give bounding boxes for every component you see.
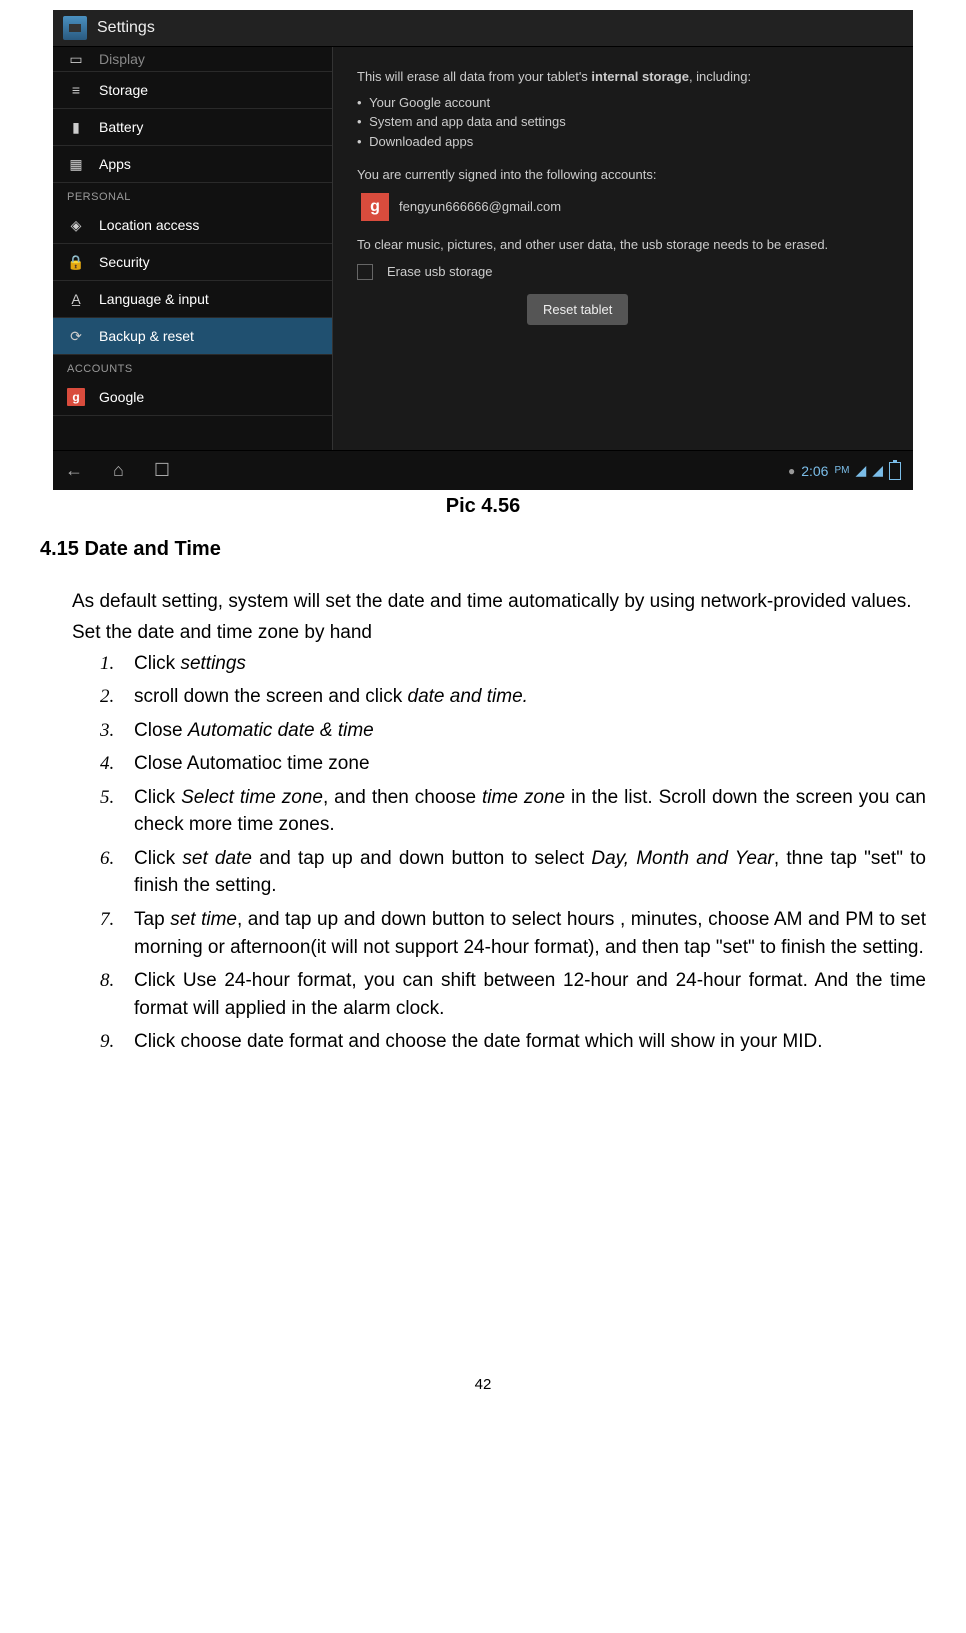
sidebar-item-label: Security [99,254,150,270]
figure-caption: Pic 4.56 [40,495,926,518]
sidebar-item-storage[interactable]: ≡ Storage [53,72,332,109]
step-item: 4.Close Automatioc time zone [100,750,926,778]
sidebar-item-language[interactable]: A̲ Language & input [53,281,332,318]
sidebar-item-backup-reset[interactable]: ⟳ Backup & reset [53,318,332,355]
sidebar-item-apps[interactable]: ▦ Apps [53,146,332,183]
sidebar-item-battery[interactable]: ▮ Battery [53,109,332,146]
clock-time: 2:06 [801,463,828,479]
step-item: 5.Click Select time zone, and then choos… [100,784,926,839]
sidebar-item-google[interactable]: g Google [53,379,332,416]
step-item: 8.Click Use 24-hour format, you can shif… [100,967,926,1022]
wifi-icon: ◢ [855,462,866,479]
clear-text: To clear music, pictures, and other user… [357,235,889,255]
sidebar-item-label: Language & input [99,291,209,307]
apps-icon: ▦ [67,155,85,173]
backup-icon: ⟳ [67,327,85,345]
checkbox-label: Erase usb storage [387,262,493,282]
checkbox-icon[interactable] [357,264,373,280]
back-button[interactable]: ← [65,460,83,481]
battery-icon: ▮ [67,118,85,136]
step-item: 2.scroll down the screen and click date … [100,683,926,711]
lock-icon: 🔒 [67,253,85,271]
settings-sidebar: ▭ Display ≡ Storage ▮ Battery ▦ Apps PER… [53,47,333,450]
erase-bullets: Your Google account System and app data … [357,93,889,152]
step-item: 1.Click settings [100,650,926,678]
settings-header: Settings [53,10,913,47]
sidebar-item-label: Google [99,389,144,405]
sidebar-item-label: Backup & reset [99,328,194,344]
google-account-icon: g [361,193,389,221]
intro-paragraph: As default setting, system will set the … [40,589,926,616]
page-number: 42 [40,1376,926,1393]
step-item: 7.Tap set time, and tap up and down butt… [100,906,926,961]
sidebar-section-personal: PERSONAL [53,183,332,207]
signal-icon: ◢ [872,462,883,479]
android-screenshot: Settings ▭ Display ≡ Storage ▮ Battery ▦… [53,10,913,490]
step-item: 9.Click choose date format and choose th… [100,1028,926,1056]
home-button[interactable]: ⌂ [113,460,124,481]
erase-usb-checkbox-row[interactable]: Erase usb storage [357,254,889,290]
clock-ampm: PM [834,465,849,476]
list-intro: Set the date and time zone by hand [72,622,926,644]
settings-app-icon [63,16,87,40]
content-panel: This will erase all data from your table… [333,47,913,450]
header-title: Settings [97,19,155,37]
battery-status-icon [889,462,901,480]
location-icon: ◈ [67,216,85,234]
sidebar-item-label: Apps [99,156,131,172]
sidebar-item-display[interactable]: ▭ Display [53,47,332,72]
sidebar-item-label: Battery [99,119,143,135]
sidebar-item-location[interactable]: ◈ Location access [53,207,332,244]
steps-list: 1.Click settings 2.scroll down the screen… [100,650,926,1056]
storage-icon: ≡ [67,81,85,99]
section-heading: 4.15 Date and Time [40,538,926,561]
reset-tablet-button[interactable]: Reset tablet [527,294,628,326]
sidebar-item-label: Storage [99,82,148,98]
step-item: 6.Click set date and tap up and down but… [100,845,926,900]
sidebar-item-label: Location access [99,217,199,233]
recent-button[interactable]: ☐ [154,460,170,481]
account-row: g fengyun666666@gmail.com [357,185,889,235]
accounts-line: You are currently signed into the follow… [357,165,889,185]
navigation-bar: ← ⌂ ☐ ● 2:06 PM ◢ ◢ [53,450,913,490]
language-icon: A̲ [67,290,85,308]
sidebar-item-security[interactable]: 🔒 Security [53,244,332,281]
display-icon: ▭ [67,50,85,68]
account-email: fengyun666666@gmail.com [399,197,561,217]
status-dot: ● [788,464,795,478]
sidebar-item-label: Display [99,51,145,67]
step-item: 3.Close Automatic date & time [100,717,926,745]
sidebar-section-accounts: ACCOUNTS [53,355,332,379]
google-icon: g [67,388,85,406]
erase-warning: This will erase all data from your table… [357,67,889,87]
